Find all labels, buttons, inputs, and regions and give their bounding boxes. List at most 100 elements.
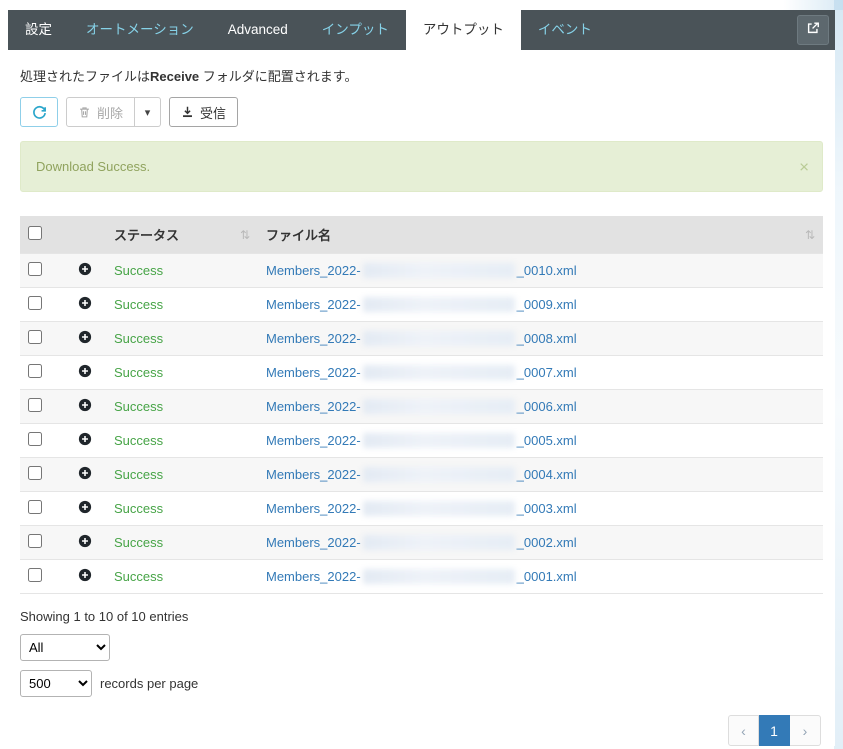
status-text: Success bbox=[114, 569, 164, 584]
file-link[interactable]: Members_2022- _0010.xml bbox=[266, 263, 577, 278]
records-per-page-label: records per page bbox=[100, 676, 199, 691]
status-text: Success bbox=[114, 467, 164, 482]
row-checkbox[interactable] bbox=[28, 296, 42, 310]
pagination-prev-button[interactable]: ‹ bbox=[728, 715, 759, 746]
receive-button[interactable]: 受信 bbox=[169, 97, 239, 127]
expand-row-icon[interactable] bbox=[78, 534, 92, 548]
tab-input[interactable]: インプット bbox=[305, 10, 406, 50]
showing-entries-text: Showing 1 to 10 of 10 entries bbox=[20, 609, 189, 624]
delete-button-group: 削除 ▾ bbox=[66, 97, 162, 127]
output-panel: 処理されたファイルはReceive フォルダに配置されます。 削除 ▾ 受信 D… bbox=[8, 50, 835, 746]
status-text: Success bbox=[114, 331, 164, 346]
tab-events[interactable]: イベント bbox=[521, 10, 609, 50]
table-row: Success Members_2022- _0001.xml bbox=[20, 559, 823, 594]
status-column-header[interactable]: ステータス ⇅ bbox=[106, 216, 258, 254]
pagination-page-1-button[interactable]: 1 bbox=[759, 715, 790, 746]
file-link[interactable]: Members_2022- _0005.xml bbox=[266, 433, 577, 448]
row-checkbox[interactable] bbox=[28, 500, 42, 514]
table-row: Success Members_2022- _0004.xml bbox=[20, 457, 823, 492]
tab-advanced[interactable]: Advanced bbox=[211, 10, 305, 50]
status-text: Success bbox=[114, 365, 164, 380]
redacted-filename-segment bbox=[362, 399, 515, 414]
redacted-filename-segment bbox=[362, 535, 515, 550]
file-link[interactable]: Members_2022- _0002.xml bbox=[266, 535, 577, 550]
pagination-next-button[interactable]: › bbox=[790, 715, 821, 746]
row-checkbox[interactable] bbox=[28, 466, 42, 480]
sort-icon: ⇅ bbox=[804, 227, 815, 242]
row-checkbox[interactable] bbox=[28, 262, 42, 276]
status-text: Success bbox=[114, 501, 164, 516]
open-external-button[interactable] bbox=[797, 15, 829, 45]
file-link[interactable]: Members_2022- _0007.xml bbox=[266, 365, 577, 380]
table-row: Success Members_2022- _0009.xml bbox=[20, 287, 823, 322]
tab-settings[interactable]: 設定 bbox=[8, 10, 69, 50]
table-row: Success Members_2022- _0002.xml bbox=[20, 525, 823, 560]
expand-row-icon[interactable] bbox=[78, 330, 92, 344]
toolbar: 削除 ▾ 受信 bbox=[20, 97, 823, 127]
page-length-select[interactable]: All bbox=[20, 634, 110, 661]
file-link[interactable]: Members_2022- _0008.xml bbox=[266, 331, 577, 346]
status-text: Success bbox=[114, 433, 164, 448]
refresh-icon bbox=[32, 105, 47, 120]
refresh-button[interactable] bbox=[20, 97, 58, 127]
row-checkbox[interactable] bbox=[28, 364, 42, 378]
success-alert: Download Success. × bbox=[20, 141, 823, 192]
row-checkbox[interactable] bbox=[28, 568, 42, 582]
expand-row-icon[interactable] bbox=[78, 398, 92, 412]
expand-row-icon[interactable] bbox=[78, 568, 92, 582]
caret-down-icon: ▾ bbox=[144, 106, 151, 119]
file-link[interactable]: Members_2022- _0001.xml bbox=[266, 569, 577, 584]
page: 設定 オートメーション Advanced インプット アウトプット イベント 処… bbox=[0, 0, 843, 746]
delete-button-label: 削除 bbox=[97, 105, 124, 121]
row-checkbox[interactable] bbox=[28, 330, 42, 344]
file-link[interactable]: Members_2022- _0003.xml bbox=[266, 501, 577, 516]
table-row: Success Members_2022- _0008.xml bbox=[20, 321, 823, 356]
chevron-left-icon: ‹ bbox=[741, 722, 746, 739]
table-row: Success Members_2022- _0005.xml bbox=[20, 423, 823, 458]
redacted-filename-segment bbox=[362, 501, 515, 516]
table-row: Success Members_2022- _0006.xml bbox=[20, 389, 823, 424]
expand-column-header bbox=[70, 216, 106, 254]
redacted-filename-segment bbox=[362, 331, 515, 346]
pagination: ‹ 1 › bbox=[20, 715, 821, 746]
row-checkbox[interactable] bbox=[28, 534, 42, 548]
filename-column-header[interactable]: ファイル名 ⇅ bbox=[258, 216, 823, 254]
tab-output[interactable]: アウトプット bbox=[405, 10, 521, 50]
file-link[interactable]: Members_2022- _0009.xml bbox=[266, 297, 577, 312]
chevron-right-icon: › bbox=[802, 722, 808, 739]
expand-row-icon[interactable] bbox=[78, 262, 92, 276]
status-text: Success bbox=[114, 535, 164, 550]
redacted-filename-segment bbox=[362, 569, 515, 584]
delete-button[interactable]: 削除 bbox=[66, 97, 136, 127]
table-row: Success Members_2022- _0007.xml bbox=[20, 355, 823, 390]
sort-icon: ⇅ bbox=[239, 227, 250, 242]
expand-row-icon[interactable] bbox=[78, 466, 92, 480]
row-checkbox[interactable] bbox=[28, 432, 42, 446]
redacted-filename-segment bbox=[362, 365, 515, 380]
delete-dropdown-button[interactable]: ▾ bbox=[135, 97, 162, 127]
tab-bar: 設定 オートメーション Advanced インプット アウトプット イベント bbox=[8, 10, 835, 50]
tab-automation[interactable]: オートメーション bbox=[69, 10, 211, 50]
table-header-row: ステータス ⇅ ファイル名 ⇅ bbox=[20, 216, 823, 254]
records-per-page-select[interactable]: 500 bbox=[20, 670, 92, 697]
records-per-page-row: 500 records per page bbox=[20, 670, 823, 697]
row-checkbox[interactable] bbox=[28, 398, 42, 412]
expand-row-icon[interactable] bbox=[78, 296, 92, 310]
trash-icon bbox=[78, 105, 91, 119]
expand-row-icon[interactable] bbox=[78, 364, 92, 378]
external-link-icon bbox=[806, 21, 820, 40]
description-text: 処理されたファイルはReceive フォルダに配置されます。 bbox=[20, 69, 358, 84]
status-text: Success bbox=[114, 297, 164, 312]
select-all-checkbox[interactable] bbox=[28, 226, 42, 240]
table-row: Success Members_2022- _0010.xml bbox=[20, 253, 823, 288]
status-text: Success bbox=[114, 263, 164, 278]
file-link[interactable]: Members_2022- _0006.xml bbox=[266, 399, 577, 414]
files-table: ステータス ⇅ ファイル名 ⇅ Success Members_2022- _0… bbox=[20, 216, 823, 594]
redacted-filename-segment bbox=[362, 467, 515, 482]
table-row: Success Members_2022- _0003.xml bbox=[20, 491, 823, 526]
expand-row-icon[interactable] bbox=[78, 500, 92, 514]
receive-button-label: 受信 bbox=[200, 105, 227, 121]
expand-row-icon[interactable] bbox=[78, 432, 92, 446]
file-link[interactable]: Members_2022- _0004.xml bbox=[266, 467, 577, 482]
alert-close-icon[interactable]: × bbox=[799, 158, 809, 175]
